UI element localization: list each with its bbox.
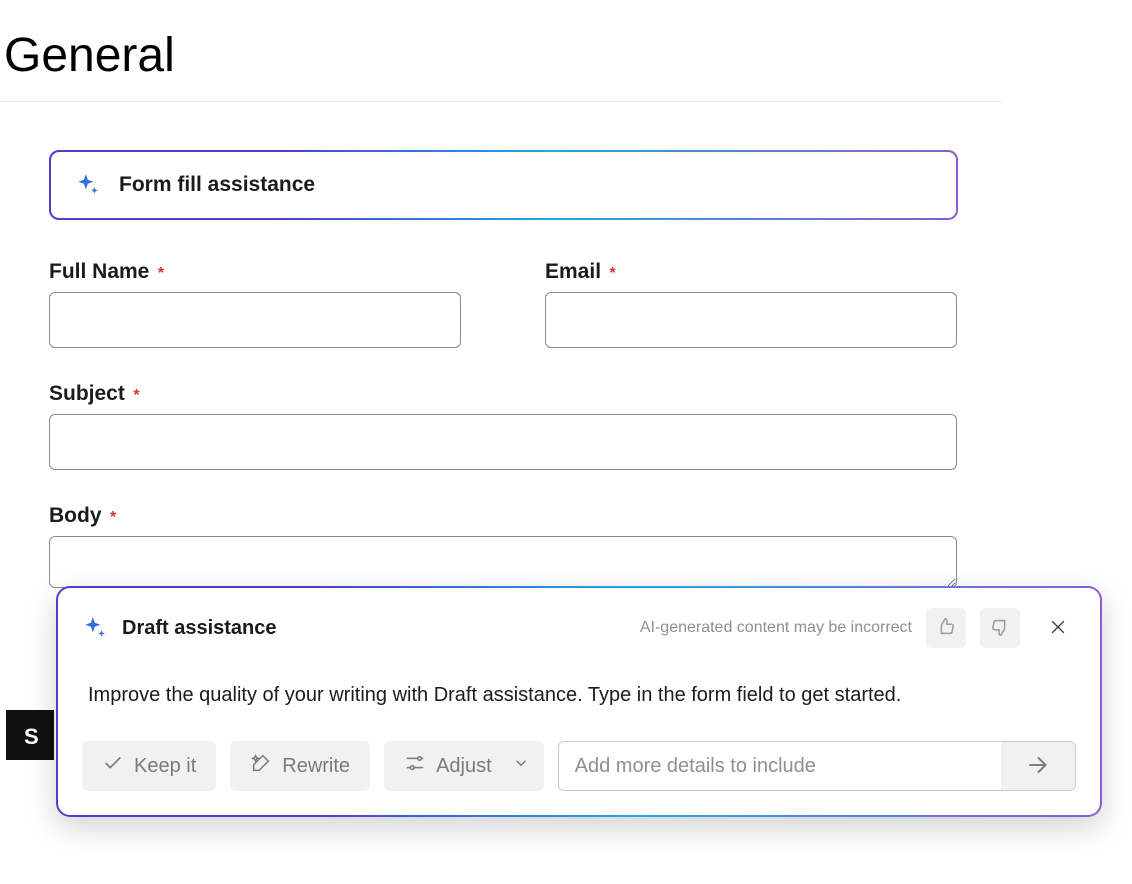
keep-it-label: Keep it [134, 755, 196, 778]
check-icon [102, 752, 124, 780]
thumbs-down-button[interactable] [980, 608, 1020, 648]
required-mark: * [609, 265, 615, 282]
draft-assistance-popup: Draft assistance AI-generated content ma… [56, 586, 1102, 817]
submit-button[interactable]: S [6, 710, 54, 760]
thumbs-up-button[interactable] [926, 608, 966, 648]
field-email: Email * [545, 260, 957, 348]
thumbs-up-icon [935, 616, 957, 641]
ai-disclaimer: AI-generated content may be incorrect [640, 619, 912, 637]
draft-body-text: Improve the quality of your writing with… [82, 648, 1076, 741]
subject-input[interactable] [49, 414, 957, 470]
sparkle-icon [75, 172, 101, 198]
page-title: General [0, 0, 1002, 102]
field-subject: Subject * [49, 382, 957, 470]
required-mark: * [158, 265, 164, 282]
rewrite-label: Rewrite [282, 755, 350, 778]
chevron-down-icon [512, 754, 530, 778]
draft-actions: Keep it Rewrite Adjust [82, 741, 1076, 791]
adjust-label: Adjust [436, 755, 492, 778]
thumbs-down-icon [989, 616, 1011, 641]
keep-it-button[interactable]: Keep it [82, 741, 216, 791]
subject-label: Subject [49, 382, 125, 405]
draft-header: Draft assistance AI-generated content ma… [82, 608, 1076, 648]
field-body: Body * [49, 504, 957, 588]
adjust-button[interactable]: Adjust [384, 741, 544, 791]
email-label: Email [545, 260, 601, 283]
required-mark: * [110, 509, 116, 526]
sliders-icon [404, 752, 426, 780]
body-textarea[interactable] [49, 536, 957, 588]
rewrite-button[interactable]: Rewrite [230, 741, 370, 791]
form-area: Form fill assistance Full Name * Email *… [0, 102, 958, 588]
close-icon [1048, 617, 1068, 640]
rewrite-icon [250, 752, 272, 780]
full-name-label: Full Name [49, 260, 149, 283]
draft-assistance-title: Draft assistance [122, 617, 277, 640]
sparkle-icon [82, 615, 108, 641]
details-input[interactable] [559, 755, 1001, 778]
send-button[interactable] [1001, 742, 1075, 790]
details-input-wrap [558, 741, 1076, 791]
close-button[interactable] [1040, 610, 1076, 646]
body-label: Body [49, 504, 102, 527]
email-input[interactable] [545, 292, 957, 348]
form-fill-assistance-banner[interactable]: Form fill assistance [49, 150, 958, 220]
form-fill-assistance-title: Form fill assistance [119, 173, 315, 197]
full-name-input[interactable] [49, 292, 461, 348]
required-mark: * [133, 387, 139, 404]
arrow-right-icon [1025, 752, 1051, 781]
field-full-name: Full Name * [49, 260, 461, 348]
